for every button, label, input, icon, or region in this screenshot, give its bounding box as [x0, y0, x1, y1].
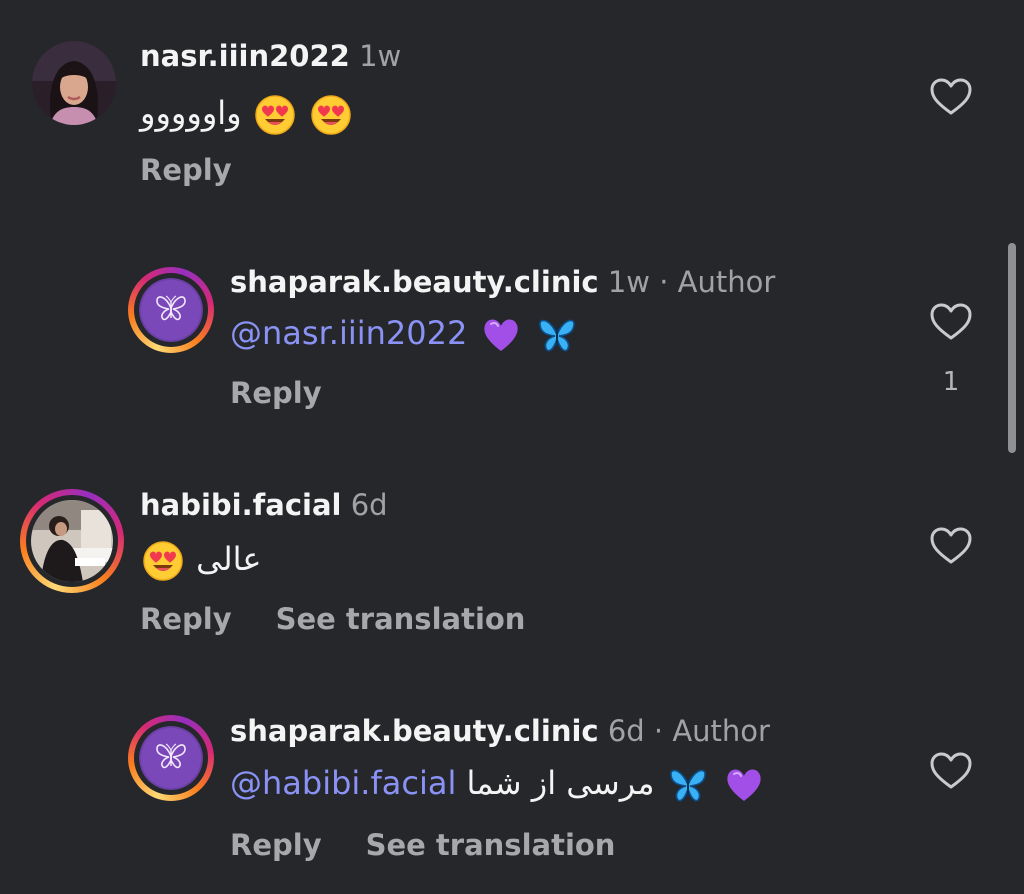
heart-outline-icon[interactable] [929, 526, 973, 566]
reply-button[interactable]: Reply [230, 828, 322, 862]
like-count: 1 [942, 367, 960, 397]
comment-actions: Reply [230, 375, 322, 411]
shaparak-logo [139, 726, 203, 790]
author-badge: · Author [653, 714, 770, 748]
see-translation-button[interactable]: See translation [276, 602, 526, 636]
heart-outline-icon[interactable] [929, 77, 973, 117]
comment-body: مرسی از شما [466, 764, 655, 802]
heart-eyes-emoji [143, 541, 183, 581]
comment-actions: Reply See translation [140, 601, 525, 637]
scrollbar[interactable] [1008, 243, 1016, 453]
heart-outline-icon[interactable] [929, 751, 973, 791]
username[interactable]: shaparak.beauty.clinic [230, 714, 599, 748]
reply-button[interactable]: Reply [140, 153, 232, 187]
heart-outline-icon[interactable] [929, 302, 973, 342]
author-badge: · Author [659, 265, 776, 299]
avatar[interactable] [128, 267, 214, 353]
reply-button[interactable]: Reply [230, 376, 322, 410]
butterfly-emoji [668, 765, 708, 805]
username[interactable]: shaparak.beauty.clinic [230, 265, 599, 299]
comment-actions: Reply See translation [230, 827, 615, 863]
butterfly-emoji [537, 315, 577, 355]
timestamp: 1w [607, 265, 650, 299]
heart-eyes-emoji [311, 95, 351, 135]
comment-text: @habibi.facial مرسی از شما [230, 762, 767, 805]
comment-text: @nasr.iiin2022 [230, 312, 580, 355]
comment-text: واووووو [140, 92, 354, 135]
avatar[interactable] [32, 41, 116, 125]
comment-body: واووووو [140, 94, 242, 132]
comments-screen: nasr.iiin2022 1w واووووو Reply shaparak.… [0, 0, 1024, 894]
comment-header: shaparak.beauty.clinic 6d · Author [230, 713, 770, 749]
username[interactable]: habibi.facial [140, 488, 341, 522]
mention-link[interactable]: @habibi.facial [230, 764, 456, 802]
comment-actions: Reply [140, 152, 232, 188]
reply-button[interactable]: Reply [140, 602, 232, 636]
avatar[interactable] [20, 489, 124, 593]
see-translation-button[interactable]: See translation [366, 828, 616, 862]
comment-header: habibi.facial 6d [140, 487, 388, 523]
username[interactable]: nasr.iiin2022 [140, 39, 350, 73]
user-photo [31, 500, 113, 582]
comment-body: عالی [196, 540, 262, 578]
comment-header: shaparak.beauty.clinic 1w · Author [230, 264, 775, 300]
avatar[interactable] [128, 715, 214, 801]
comment-text: عالی [140, 538, 261, 581]
timestamp: 1w [359, 39, 402, 73]
heart-eyes-emoji [255, 95, 295, 135]
purple-heart-emoji [481, 315, 521, 355]
timestamp: 6d [350, 488, 388, 522]
purple-heart-emoji [724, 765, 764, 805]
shaparak-logo [139, 278, 203, 342]
user-photo [32, 41, 116, 125]
timestamp: 6d [607, 714, 645, 748]
mention-link[interactable]: @nasr.iiin2022 [230, 314, 467, 352]
comment-header: nasr.iiin2022 1w [140, 38, 401, 74]
